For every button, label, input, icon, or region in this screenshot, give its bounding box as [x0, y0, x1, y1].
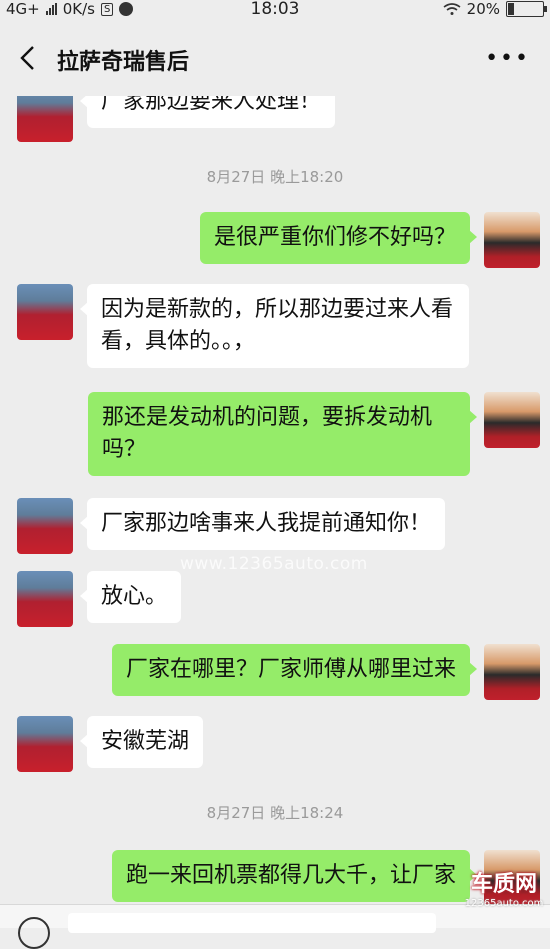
wifi-icon [443, 3, 461, 15]
chat-header: 拉萨奇瑞售后 ••• [0, 20, 550, 96]
battery-percent: 20% [466, 0, 500, 18]
battery-icon [506, 1, 547, 17]
voice-input-icon[interactable] [18, 917, 50, 949]
incoming-message[interactable]: 因为是新款的，所以那边要过来人看看，具体的。。， [80, 284, 469, 368]
contact-avatar[interactable] [17, 284, 73, 340]
incoming-message[interactable]: 放心。 [79, 571, 182, 623]
user-avatar[interactable] [484, 392, 540, 448]
more-options-icon[interactable]: ••• [485, 46, 530, 71]
contact-avatar[interactable] [17, 96, 73, 142]
incoming-message[interactable]: 厂家那边啥事来人我提前通知你！ [79, 498, 446, 550]
outgoing-message[interactable]: 厂家在哪里？厂家师傅从哪里过来 [111, 644, 478, 696]
contact-avatar[interactable] [17, 716, 73, 772]
status-bar: 4G+ 0K/s S 18:03 20% [0, 0, 550, 20]
message-input[interactable] [68, 913, 436, 933]
message-timestamp: 8月27日 晚上18:20 [206, 168, 344, 186]
back-arrow-icon[interactable] [16, 44, 42, 72]
outgoing-message[interactable]: 是很严重你们修不好吗？ [199, 212, 478, 264]
message-list[interactable]: 厂家那边要来人处理！ 8月27日 晚上18:20 是很严重你们修不好吗？ 因为是… [0, 96, 550, 904]
message-timestamp: 8月27日 晚上18:24 [206, 804, 344, 822]
chat-title: 拉萨奇瑞售后 [57, 50, 190, 75]
outgoing-message[interactable]: 那还是发动机的问题，要拆发动机吗？ [88, 392, 477, 476]
incoming-message[interactable]: 安徽芜湖 [79, 716, 204, 768]
outgoing-message[interactable]: 跑一来回机票都得几大千，让厂家 [111, 850, 478, 902]
incoming-message[interactable]: 厂家那边要来人处理！ [79, 96, 336, 128]
contact-avatar[interactable] [17, 571, 73, 627]
brand-watermark-logo: 车质网 12365auto.com [464, 872, 544, 909]
site-watermark: www.12365auto.com [180, 554, 368, 574]
contact-avatar[interactable] [17, 498, 73, 554]
user-avatar[interactable] [484, 212, 540, 268]
user-avatar[interactable] [484, 644, 540, 700]
